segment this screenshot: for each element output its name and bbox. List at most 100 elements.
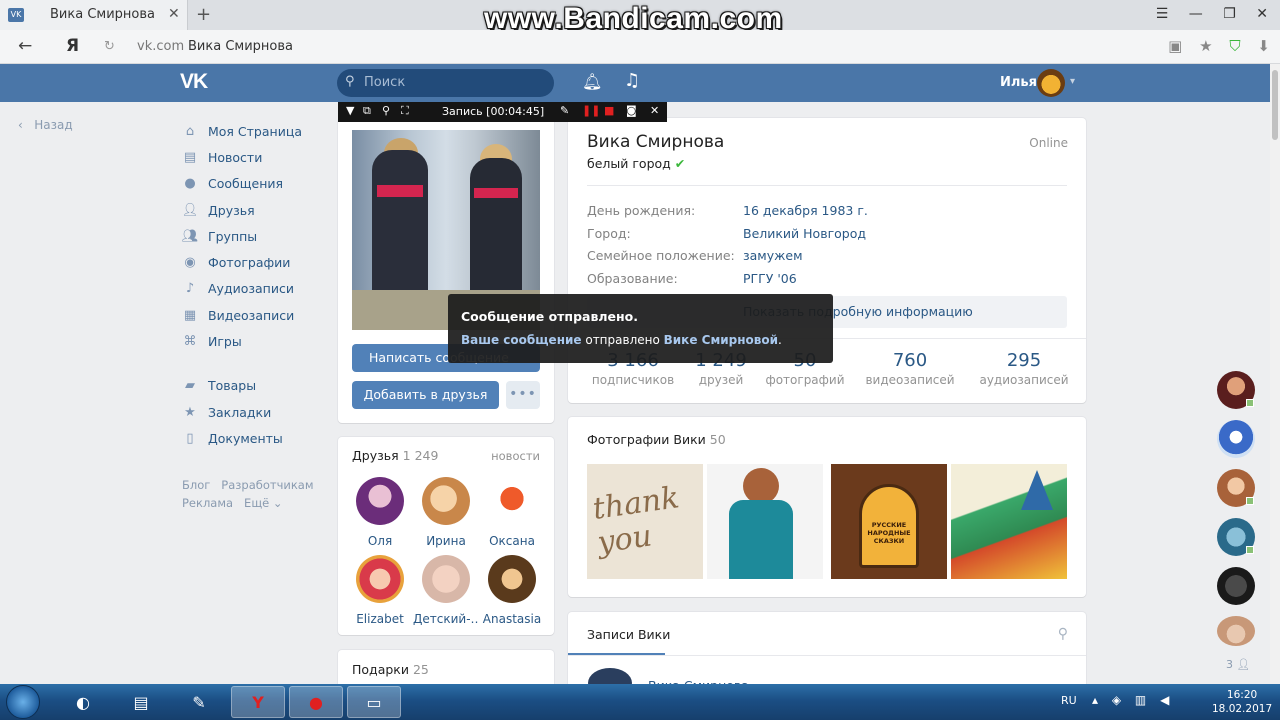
download-icon[interactable]: ⬇ <box>1257 37 1270 55</box>
friend-item[interactable]: Детский-… <box>413 555 479 626</box>
search-icon[interactable]: ⚲ <box>382 104 390 117</box>
url-page-title[interactable]: Вика Смирнова <box>188 39 293 54</box>
restore-icon[interactable]: ❐ <box>1223 6 1236 22</box>
yandex-button[interactable]: Я <box>66 36 79 56</box>
chat-avatar[interactable] <box>1217 616 1255 646</box>
photo-thumb[interactable]: РУССКИЕ НАРОДНЫЕ СКАЗКИ <box>831 464 947 579</box>
system-clock[interactable]: 16:20 18.02.2017 <box>1212 688 1272 716</box>
info-value[interactable]: замужем <box>743 248 803 263</box>
new-tab-button[interactable]: + <box>196 4 211 25</box>
language-indicator[interactable]: RU <box>1061 694 1077 707</box>
friend-item[interactable]: Оксана <box>479 477 545 548</box>
info-value[interactable]: Великий Новгород <box>743 226 866 241</box>
close-icon[interactable]: ✕ <box>650 104 659 117</box>
divider <box>568 655 1086 656</box>
notifications-bell-icon[interactable]: 🔔︎ <box>582 72 602 91</box>
vk-logo[interactable]: VK <box>180 70 208 94</box>
minimize-icon[interactable]: — <box>1189 6 1203 22</box>
sidebar-item-video[interactable]: ▦ Видеозаписи <box>182 302 332 328</box>
recording-toolbar: ▼ ⧉ ⚲ ⛶ Запись [00:04:45] ✎ ❚❚ ■ ◙ ✕ <box>338 102 667 122</box>
gifts-header[interactable]: Подарки 25 <box>352 662 429 677</box>
pencil-icon[interactable]: ✎ <box>560 104 569 117</box>
dropdown-icon[interactable]: ▼ <box>346 104 354 117</box>
back-link[interactable]: ‹ Назад <box>18 118 73 132</box>
photo-thumb[interactable]: thank you <box>587 464 703 579</box>
back-arrow-icon[interactable]: ← <box>18 36 32 56</box>
info-value[interactable]: РГГУ '06 <box>743 271 797 286</box>
stat-videos[interactable]: 760 видеозаписей <box>860 350 960 387</box>
sidebar-item-audio[interactable]: ♪ Аудиозаписи <box>182 276 332 302</box>
sidebar-item-friends[interactable]: 👤︎ Друзья <box>182 197 332 223</box>
tab-posts[interactable]: Записи Вики <box>587 627 670 642</box>
chevron-down-icon[interactable]: ▾ <box>1070 76 1075 87</box>
sidebar-item-documents[interactable]: ▯ Документы <box>182 425 332 451</box>
scrollbar-thumb[interactable] <box>1272 70 1278 140</box>
volume-icon[interactable]: ◀︎ <box>1160 693 1169 707</box>
footer-link-developers[interactable]: Разработчикам <box>221 478 313 492</box>
stat-audio[interactable]: 295 аудиозаписей <box>974 350 1074 387</box>
lock-icon[interactable]: ▣ <box>1168 37 1182 55</box>
photo-detail <box>1021 470 1053 510</box>
chat-online-count[interactable]: 3 👤︎ <box>1226 658 1250 671</box>
sidebar-item-games[interactable]: ⌘ Игры <box>182 328 332 354</box>
current-user-avatar[interactable] <box>1037 69 1065 97</box>
add-friend-button[interactable]: Добавить в друзья <box>352 381 499 409</box>
photos-header[interactable]: Фотографии Вики 50 <box>587 432 726 447</box>
taskbar-app-bandicam-icon[interactable]: ● <box>289 686 343 718</box>
tab-close-icon[interactable]: ✕ <box>168 6 180 22</box>
profile-name: Вика Смирнова <box>587 132 725 152</box>
friends-header[interactable]: Друзья 1 249 <box>352 448 438 463</box>
friend-item[interactable]: Elizabet <box>347 555 413 626</box>
tray-app-icon[interactable]: ◈ <box>1112 693 1121 707</box>
friends-news-link[interactable]: новости <box>491 449 540 463</box>
photo-detail <box>743 468 779 504</box>
pause-icon[interactable]: ❚❚ <box>582 104 600 117</box>
taskbar-app-notes-icon[interactable]: ▭ <box>347 686 401 718</box>
bookmark-star-icon[interactable]: ★ <box>1199 37 1212 55</box>
footer-link-ads[interactable]: Реклама <box>182 496 233 510</box>
tray-arrow-icon[interactable]: ▴ <box>1092 693 1098 707</box>
footer-link-blog[interactable]: Блог <box>182 478 210 492</box>
photo-thumb[interactable] <box>707 464 823 579</box>
photo-thumb[interactable] <box>951 464 1067 579</box>
music-player-icon[interactable]: ♫ <box>624 70 640 91</box>
current-user-name[interactable]: Илья <box>1000 75 1037 90</box>
stop-icon[interactable]: ■ <box>604 104 614 117</box>
reload-icon[interactable]: ↻ <box>104 39 115 54</box>
search-input[interactable]: ⚲ Поиск <box>337 69 554 97</box>
window-icon[interactable]: ⧉ <box>363 104 371 118</box>
more-actions-button[interactable]: ••• <box>506 381 540 409</box>
fullscreen-icon[interactable]: ⛶ <box>401 104 409 118</box>
shield-icon[interactable]: ⛉ <box>1229 37 1240 55</box>
taskbar-app-explorer-icon[interactable]: ▤ <box>114 686 168 718</box>
taskbar-app-yandex-icon[interactable]: Y <box>231 686 285 718</box>
scrollbar-track[interactable] <box>1270 64 1280 684</box>
sidebar-item-my-page[interactable]: ⌂ Моя Страница <box>182 118 332 144</box>
sidebar-item-messages[interactable]: ● Сообщения <box>182 171 332 197</box>
chat-avatar[interactable] <box>1217 420 1255 458</box>
footer-link-more[interactable]: Ещё <box>244 496 269 510</box>
search-icon[interactable]: ⚲ <box>1058 626 1068 642</box>
camera-icon[interactable]: ◙ <box>626 104 637 117</box>
url-domain[interactable]: vk.com <box>137 39 184 54</box>
sidebar-item-goods[interactable]: ▰ Товары <box>182 373 332 399</box>
start-button[interactable] <box>6 685 40 719</box>
notification-link-message[interactable]: Ваше сообщение <box>461 333 582 347</box>
sidebar-item-bookmarks[interactable]: ★ Закладки <box>182 399 332 425</box>
taskbar-app-ie-icon[interactable]: ◐ <box>56 686 110 718</box>
network-icon[interactable]: ▥ <box>1135 693 1146 707</box>
close-window-icon[interactable]: ✕ <box>1256 6 1268 22</box>
profile-status[interactable]: белый город ✔ <box>587 156 685 171</box>
menu-icon[interactable]: ☰ <box>1156 6 1169 22</box>
friend-item[interactable]: Anastasia <box>479 555 545 626</box>
sidebar-item-news[interactable]: ▤ Новости <box>182 144 332 170</box>
taskbar-app-paint-icon[interactable]: ✎ <box>172 686 226 718</box>
chat-avatar[interactable] <box>1217 567 1255 605</box>
info-value[interactable]: 16 декабря 1983 г. <box>743 203 868 218</box>
sidebar-item-photos[interactable]: ◉ Фотографии <box>182 249 332 275</box>
friend-item[interactable]: Ирина <box>413 477 479 548</box>
sidebar-item-groups[interactable]: 👥︎ Группы <box>182 223 332 249</box>
notification-link-user[interactable]: Вике Смирновой <box>664 333 778 347</box>
friend-item[interactable]: Оля <box>347 477 413 548</box>
browser-tab[interactable]: VK Вика Смирнова ✕ <box>0 0 188 30</box>
